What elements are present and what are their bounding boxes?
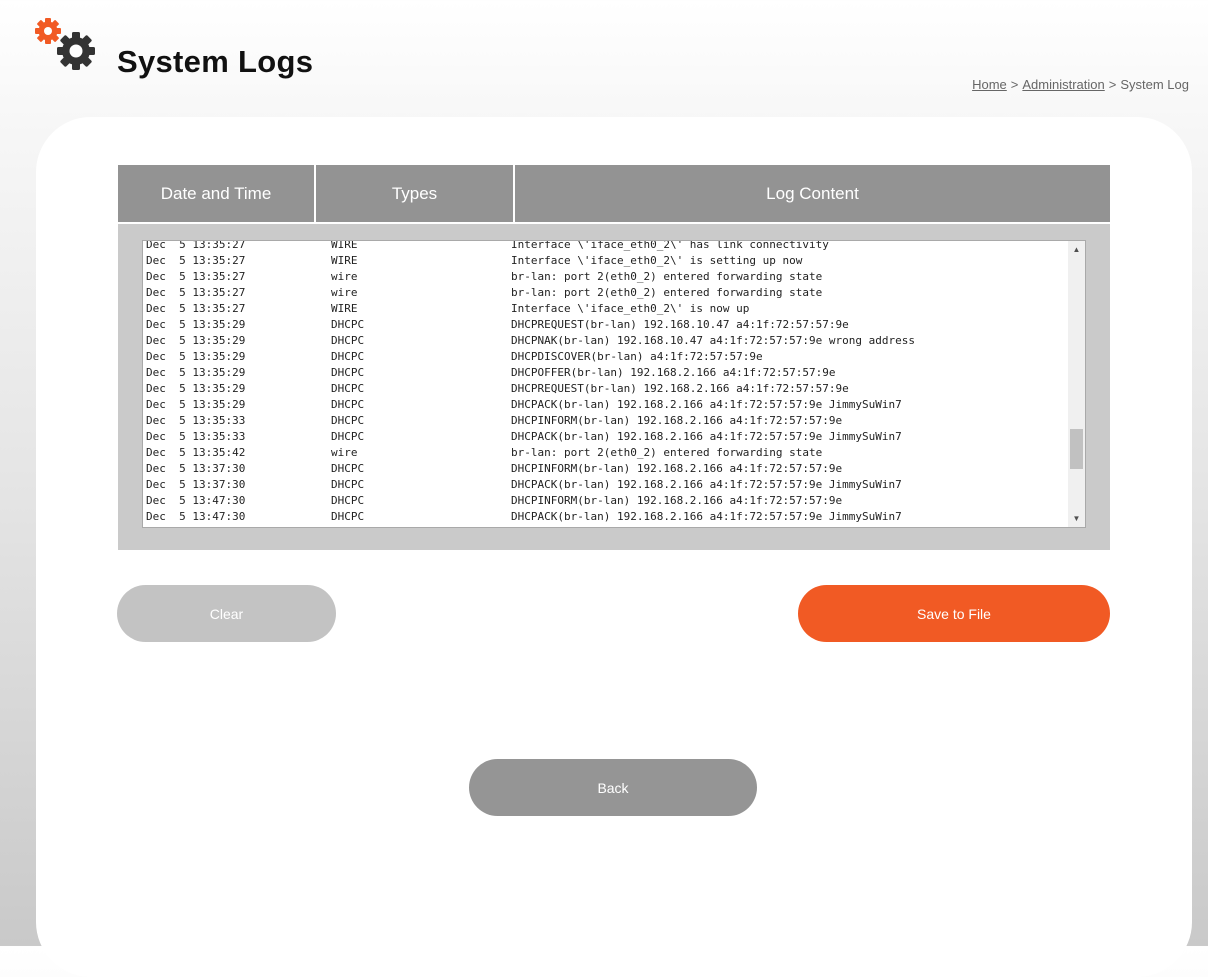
log-entry: Dec 5 13:35:27 wire br-lan: port 2(eth0_2)… xyxy=(146,269,1066,285)
log-entry: Dec 5 13:35:27 WIRE Interface \'iface_eth0… xyxy=(146,240,1066,253)
gears-icon xyxy=(32,14,104,74)
log-entry-type: DHCPC xyxy=(331,398,365,411)
breadcrumb-current: System Log xyxy=(1120,77,1189,92)
log-entry-type: DHCPC xyxy=(331,430,365,443)
log-entry-message: DHCPOFFER(br-lan) 192.168.2.166 a4:1f:72… xyxy=(511,366,836,379)
breadcrumb-home-link[interactable]: Home xyxy=(972,77,1007,92)
log-entry-message: DHCPREQUEST(br-lan) 192.168.10.47 a4:1f:… xyxy=(511,318,849,331)
log-entry-type: DHCPC xyxy=(331,366,365,379)
log-entry: Dec 5 13:35:29 DHCPC DHCPNAK(br-lan) 192.1… xyxy=(146,333,1066,349)
log-table: Date and Time Types Log Content Dec 5 13… xyxy=(118,165,1110,550)
log-entry-type: DHCPC xyxy=(331,414,365,427)
clear-button[interactable]: Clear xyxy=(117,585,336,642)
log-entry-time: Dec 5 13:35:29 xyxy=(146,398,246,411)
log-entry: Dec 5 13:35:29 DHCPC DHCPDISCOVER(br-lan) … xyxy=(146,349,1066,365)
log-entry-type: wire xyxy=(331,270,358,283)
log-entry: Dec 5 13:35:29 DHCPC DHCPACK(br-lan) 192.1… xyxy=(146,397,1066,413)
log-entry-message: DHCPREQUEST(br-lan) 192.168.2.166 a4:1f:… xyxy=(511,382,849,395)
log-entry: Dec 5 13:35:27 WIRE Interface \'iface_eth0… xyxy=(146,253,1066,269)
log-entry-type: WIRE xyxy=(331,254,358,267)
breadcrumb-separator: > xyxy=(1108,77,1117,92)
log-entry: Dec 5 13:37:30 DHCPC DHCPINFORM(br-lan) 19… xyxy=(146,461,1066,477)
breadcrumb: Home > Administration > System Log xyxy=(972,77,1189,92)
save-to-file-button[interactable]: Save to File xyxy=(798,585,1110,642)
log-entry-message: br-lan: port 2(eth0_2) entered forwardin… xyxy=(511,270,823,283)
log-entry-time: Dec 5 13:35:29 xyxy=(146,318,246,331)
log-entry-type: DHCPC xyxy=(331,318,365,331)
log-entry: Dec 5 13:35:33 DHCPC DHCPINFORM(br-lan) 19… xyxy=(146,413,1066,429)
log-entry-time: Dec 5 13:35:27 xyxy=(146,270,246,283)
log-entry-type: DHCPC xyxy=(331,462,365,475)
log-entry-message: Interface \'iface_eth0_2\' has link conn… xyxy=(511,240,829,251)
log-entry: Dec 5 13:47:30 DHCPC DHCPACK(br-lan) 192.1… xyxy=(146,509,1066,525)
log-entry-time: Dec 5 13:35:33 xyxy=(146,430,246,443)
column-header-date: Date and Time xyxy=(118,165,316,222)
log-entry: Dec 5 13:35:29 DHCPC DHCPOFFER(br-lan) 192… xyxy=(146,365,1066,381)
column-header-log-content: Log Content xyxy=(766,183,859,203)
log-entry: Dec 5 13:35:33 DHCPC DHCPACK(br-lan) 192.1… xyxy=(146,429,1066,445)
log-entry-time: Dec 5 13:35:27 xyxy=(146,240,246,251)
page-title: System Logs xyxy=(117,44,314,79)
log-entry-time: Dec 5 13:35:33 xyxy=(146,414,246,427)
log-entry-message: DHCPINFORM(br-lan) 192.168.2.166 a4:1f:7… xyxy=(511,494,843,507)
log-entry-time: Dec 5 13:35:27 xyxy=(146,286,246,299)
log-entry-time: Dec 5 13:47:30 xyxy=(146,494,246,507)
log-entry-message: br-lan: port 2(eth0_2) entered forwardin… xyxy=(511,446,823,459)
log-entry-type: DHCPC xyxy=(331,350,365,363)
log-entry: Dec 5 13:35:42 wire br-lan: port 2(eth0_2)… xyxy=(146,445,1066,461)
log-entry-message: Interface \'iface_eth0_2\' is setting up… xyxy=(511,254,803,267)
log-textarea[interactable]: Dec 5 13:35:27 WIRE Interface \'iface_eth0… xyxy=(142,240,1086,528)
log-entry: Dec 5 13:35:27 wire br-lan: port 2(eth0_2)… xyxy=(146,285,1066,301)
scrollbar-thumb[interactable] xyxy=(1070,429,1083,469)
log-entry-message: DHCPNAK(br-lan) 192.168.10.47 a4:1f:72:5… xyxy=(511,334,915,347)
log-entry: Dec 5 13:47:30 DHCPC DHCPINFORM(br-lan) 19… xyxy=(146,493,1066,509)
log-entry-time: Dec 5 13:35:29 xyxy=(146,350,246,363)
back-button[interactable]: Back xyxy=(469,759,757,816)
column-header-types: Types xyxy=(316,165,515,222)
log-entry-message: DHCPACK(br-lan) 192.168.2.166 a4:1f:72:5… xyxy=(511,398,902,411)
log-entry-time: Dec 5 13:37:30 xyxy=(146,462,246,475)
log-entry-message: br-lan: port 2(eth0_2) entered forwardin… xyxy=(511,286,823,299)
log-entry-message: DHCPACK(br-lan) 192.168.2.166 a4:1f:72:5… xyxy=(511,510,902,523)
log-entry-type: DHCPC xyxy=(331,510,365,523)
log-entry-time: Dec 5 13:35:29 xyxy=(146,366,246,379)
log-entry-type: DHCPC xyxy=(331,382,365,395)
log-entry-type: DHCPC xyxy=(331,494,365,507)
log-table-header: Date and Time Types Log Content xyxy=(118,165,1110,224)
log-entry-time: Dec 5 13:37:30 xyxy=(146,478,246,491)
log-entry-message: Interface \'iface_eth0_2\' is now up xyxy=(511,302,750,315)
log-entry-type: DHCPC xyxy=(331,334,365,347)
log-entry-message: DHCPINFORM(br-lan) 192.168.2.166 a4:1f:7… xyxy=(511,462,843,475)
log-entry: Dec 5 13:35:29 DHCPC DHCPREQUEST(br-lan) 1… xyxy=(146,381,1066,397)
log-entry-type: WIRE xyxy=(331,240,358,251)
log-entry: Dec 5 13:37:30 DHCPC DHCPACK(br-lan) 192.1… xyxy=(146,477,1066,493)
log-lines: Dec 5 13:35:27 WIRE Interface \'iface_eth0… xyxy=(146,240,1066,525)
log-entry-time: Dec 5 13:35:27 xyxy=(146,302,246,315)
log-entry-time: Dec 5 13:35:29 xyxy=(146,334,246,347)
log-entry-type: DHCPC xyxy=(331,478,365,491)
log-entry-time: Dec 5 13:35:27 xyxy=(146,254,246,267)
log-entry-time: Dec 5 13:35:29 xyxy=(146,382,246,395)
log-entry: Dec 5 13:35:27 WIRE Interface \'iface_eth0… xyxy=(146,301,1066,317)
breadcrumb-separator: > xyxy=(1010,77,1019,92)
log-entry-type: wire xyxy=(331,446,358,459)
log-entry-message: DHCPINFORM(br-lan) 192.168.2.166 a4:1f:7… xyxy=(511,414,843,427)
log-scrollbar[interactable]: ▲ ▼ xyxy=(1068,241,1085,527)
breadcrumb-administration-link[interactable]: Administration xyxy=(1022,77,1104,92)
log-entry-message: DHCPACK(br-lan) 192.168.2.166 a4:1f:72:5… xyxy=(511,478,902,491)
arrow-up-icon[interactable]: ▲ xyxy=(1068,241,1085,258)
log-entry-message: DHCPACK(br-lan) 192.168.2.166 a4:1f:72:5… xyxy=(511,430,902,443)
arrow-down-icon[interactable]: ▼ xyxy=(1068,510,1085,527)
log-entry-time: Dec 5 13:47:30 xyxy=(146,510,246,523)
log-entry: Dec 5 13:35:29 DHCPC DHCPREQUEST(br-lan) 1… xyxy=(146,317,1066,333)
log-entry-type: WIRE xyxy=(331,302,358,315)
log-entry-time: Dec 5 13:35:42 xyxy=(146,446,246,459)
log-entry-type: wire xyxy=(331,286,358,299)
log-entry-message: DHCPDISCOVER(br-lan) a4:1f:72:57:57:9e xyxy=(511,350,763,363)
